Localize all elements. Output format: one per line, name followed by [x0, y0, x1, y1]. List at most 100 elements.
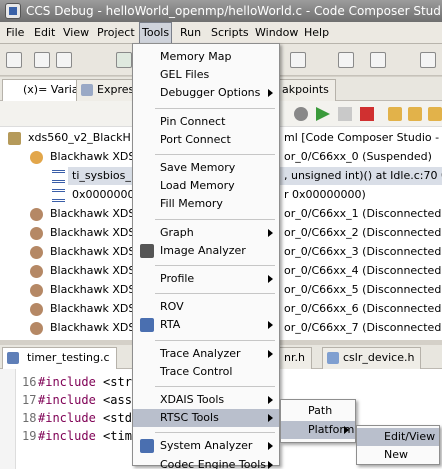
menu-item-label: RTA: [160, 318, 181, 332]
menu-item-path[interactable]: Path: [281, 402, 355, 420]
menu-item-label: Graph: [160, 225, 194, 239]
menu-item-label: ROV: [160, 300, 184, 314]
menu-item-edit-view[interactable]: Edit/View: [357, 428, 439, 446]
debug-tree-label: 0x0000000: [72, 188, 135, 201]
new-icon[interactable]: [6, 52, 22, 68]
tab-nr-h-label: nr.h: [284, 351, 305, 364]
ccs-app-icon: [5, 3, 21, 19]
step-return-icon[interactable]: [428, 107, 442, 121]
debug-tree-label: Blackhawk XDS: [50, 207, 136, 220]
disconnect-icon[interactable]: [294, 107, 308, 121]
tab-cslr-device[interactable]: cslr_device.h: [322, 347, 422, 369]
toolbar-icon[interactable]: [290, 52, 306, 68]
menu-item-gel-files[interactable]: GEL Files: [133, 66, 279, 84]
core-disconnected-icon: [30, 227, 43, 240]
menu-item-label: Save Memory: [160, 161, 236, 174]
menu-item-trace-analyzer[interactable]: Trace Analyzer: [133, 345, 279, 363]
debug-tree-label: Blackhawk XDS: [50, 245, 136, 258]
menu-item-port-connect[interactable]: Port Connect: [133, 131, 279, 149]
menu-view[interactable]: View: [61, 22, 91, 44]
menu-item-system-analyzer[interactable]: System Analyzer: [133, 437, 279, 455]
menu-edit[interactable]: Edit: [32, 22, 57, 44]
tab-timer-testing[interactable]: timer_testing.c: [2, 347, 117, 369]
debug-tree-detail: or_0/C66xx_5 (Disconnected : Un: [284, 283, 442, 296]
system-analyzer-icon: [140, 439, 154, 454]
platform-submenu: Edit/View New: [356, 425, 440, 465]
core-suspended-icon: [30, 151, 43, 164]
menu-item-label: Trace Analyzer: [160, 346, 241, 360]
debug-tree-detail: or_0/C66xx_1 (Disconnected : Un: [284, 207, 442, 220]
tab-timer-testing-label: timer_testing.c: [27, 351, 110, 364]
tab-nr-h[interactable]: nr.h: [278, 347, 312, 369]
menu-item-label: Memory Map: [160, 50, 232, 63]
code-text: <tim: [95, 429, 132, 443]
menu-item-rov[interactable]: ROV: [133, 298, 279, 316]
menu-item-pin-connect[interactable]: Pin Connect: [133, 113, 279, 131]
menu-item-label: Profile: [160, 272, 195, 285]
debug-tree-label: Blackhawk XDS: [50, 302, 136, 315]
debug-tree-detail: r 0x00000000): [284, 188, 366, 201]
menu-item-label: Port Connect: [160, 132, 231, 146]
submenu-arrow-icon: [268, 275, 273, 283]
menu-item-debugger-options[interactable]: Debugger Options: [133, 84, 279, 102]
code-line: 19 #include <tim: [22, 429, 132, 443]
camera-icon: [140, 243, 154, 258]
pencil-icon[interactable]: [420, 52, 436, 68]
menu-item-memory-map[interactable]: Memory Map: [133, 48, 279, 66]
menu-separator: [155, 154, 275, 155]
menu-file[interactable]: File: [4, 22, 26, 44]
menu-tools[interactable]: Tools: [139, 22, 173, 44]
menu-item-label: Debugger Options: [160, 86, 261, 100]
graph-icon[interactable]: [338, 52, 354, 68]
debug-perspective-icon[interactable]: [116, 52, 132, 68]
tools-menu: Memory Map GEL Files Debugger Options Pin C…: [132, 43, 280, 469]
debug-tree-label: Blackhawk XDS: [50, 283, 136, 296]
menu-item-rta[interactable]: RTA: [133, 316, 279, 334]
debug-tree-label: Blackhawk XDS: [50, 150, 136, 163]
menu-item-label: GEL Files: [160, 68, 210, 82]
suspend-icon[interactable]: [338, 107, 352, 121]
line-number: 18: [22, 411, 37, 425]
expressions-icon: [81, 84, 93, 96]
menu-item-trace-control[interactable]: Trace Control: [133, 363, 279, 381]
step-over-icon[interactable]: [408, 107, 422, 121]
menu-project[interactable]: Project: [95, 22, 137, 44]
menu-item-graph[interactable]: Graph: [133, 224, 279, 242]
submenu-arrow-icon: [268, 89, 273, 98]
debug-tree-label: Blackhawk XDS: [50, 264, 136, 277]
menu-scripts[interactable]: Scripts: [209, 22, 251, 44]
menu-item-xdais-tools[interactable]: XDAIS Tools: [133, 391, 279, 409]
menu-item-label: Image Analyzer: [160, 243, 246, 257]
menu-separator: [155, 339, 275, 341]
code-line: 16 #include <str: [22, 375, 132, 389]
core-disconnected-icon: [30, 303, 43, 316]
stack-frame-icon: [52, 170, 65, 183]
window-title: CCS Debug - helloWorld_openmp/helloWorld…: [26, 4, 442, 18]
menu-item-save-memory[interactable]: Save Memory: [133, 159, 279, 177]
menu-item-load-memory[interactable]: Load Memory: [133, 177, 279, 195]
menu-item-platform[interactable]: Platform: [281, 421, 355, 439]
debug-tree-label: Blackhawk XDS: [50, 321, 136, 334]
menu-item-image-analyzer[interactable]: Image Analyzer: [133, 242, 279, 260]
menu-item-rtsc-tools[interactable]: RTSC Tools: [133, 409, 279, 428]
stack-frame-icon: [52, 189, 65, 202]
step-into-icon[interactable]: [388, 107, 402, 121]
submenu-arrow-icon: [268, 228, 273, 237]
menu-help[interactable]: Help: [302, 22, 331, 44]
menu-item-profile[interactable]: Profile: [133, 270, 279, 288]
save-icon[interactable]: [34, 52, 50, 68]
menu-item-codec-engine-tools[interactable]: Codec Engine Tools: [133, 456, 279, 469]
debug-tree-label: xds560_v2_BlackH: [28, 131, 131, 144]
bug-icon[interactable]: [370, 52, 386, 68]
core-disconnected-icon: [30, 246, 43, 259]
terminate-icon[interactable]: [360, 107, 374, 121]
menu-run[interactable]: Run: [178, 22, 203, 44]
menu-window[interactable]: Window: [253, 22, 300, 44]
code-text: <str: [95, 375, 132, 389]
resume-icon[interactable]: [316, 107, 330, 121]
menu-item-fill-memory[interactable]: Fill Memory: [133, 195, 279, 213]
print-icon[interactable]: [56, 52, 72, 68]
debug-tree-detail: or_0/C66xx_7 (Disconnected : Un: [284, 321, 442, 334]
menu-separator: [155, 293, 275, 295]
menu-item-new[interactable]: New: [357, 446, 439, 464]
